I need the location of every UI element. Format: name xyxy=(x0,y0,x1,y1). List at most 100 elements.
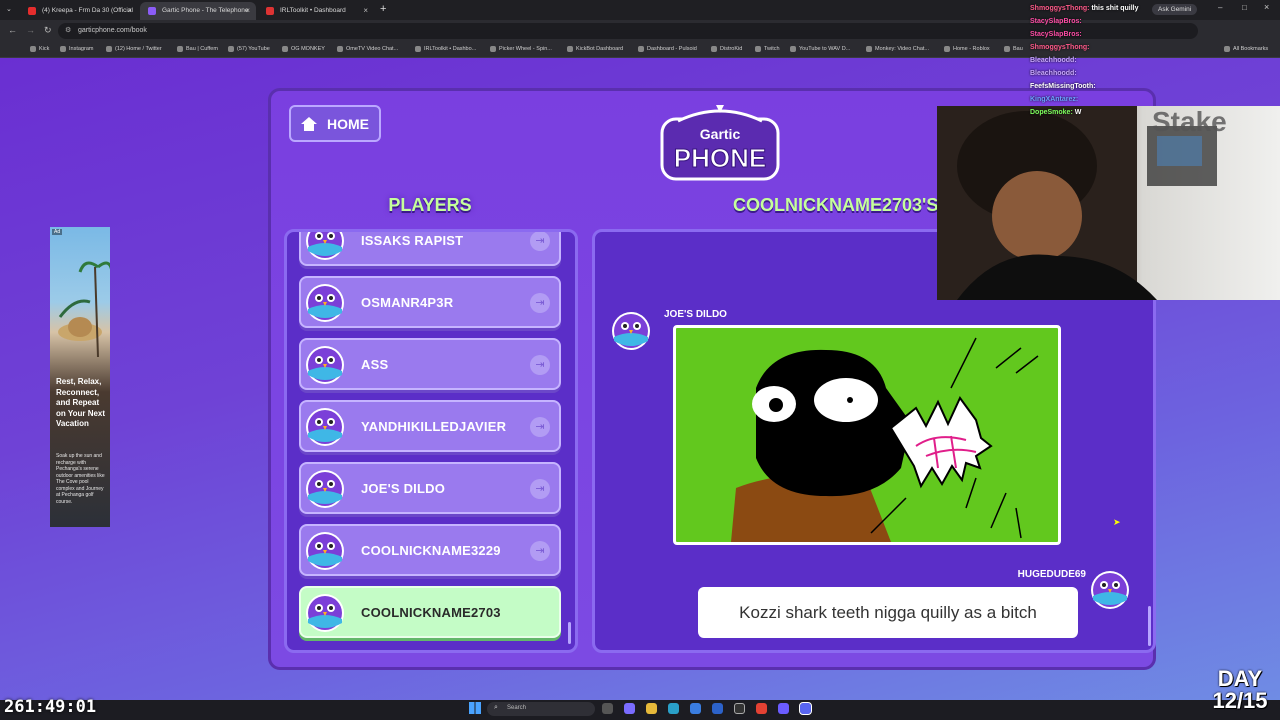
bookmark-item[interactable]: Instagram xyxy=(60,46,93,52)
ad-headline[interactable]: Rest, Relax, Reconnect, and Repeat on Yo… xyxy=(56,377,108,430)
bookmark-item[interactable]: DistroKid xyxy=(711,46,742,52)
drawing-canvas xyxy=(731,337,1039,542)
chat-user: StacySlapBros: xyxy=(1030,18,1082,25)
guess-text-bubble: Kozzi shark teeth nigga quilly as a bitc… xyxy=(698,587,1078,638)
windows-start-icon[interactable] xyxy=(469,702,481,714)
player-card-self: COOLNICKNAME2703 xyxy=(299,586,561,638)
new-tab-button[interactable]: + xyxy=(380,3,386,15)
minimize-icon[interactable]: – xyxy=(1218,3,1222,12)
player-avatar-icon xyxy=(306,470,344,508)
day-counter: DAY 12/15 xyxy=(1205,668,1275,712)
guess-author-avatar-icon xyxy=(1091,571,1129,609)
back-icon[interactable]: ← xyxy=(8,25,17,35)
taskbar-search[interactable]: ⌕ Search xyxy=(487,702,595,716)
close-tab-icon[interactable]: × xyxy=(363,6,368,15)
webcam-overlay: Stake xyxy=(937,106,1280,300)
close-tab-icon[interactable]: × xyxy=(245,6,250,15)
irltoolkit-icon xyxy=(266,7,274,15)
stream-chat-overlay: ShmoggysThong: this shit quilly StacySla… xyxy=(1030,2,1180,119)
bookmark-item[interactable]: Dashboard - Pulsoid xyxy=(638,46,697,52)
logo-text-bottom: PHONE xyxy=(674,143,766,173)
obs-icon[interactable] xyxy=(734,703,745,714)
chat-text: this shit quilly xyxy=(1091,5,1139,12)
tab-kreepa[interactable]: (4) Kreepa - Frm Da 30 (Official × xyxy=(20,2,138,20)
active-app-icon[interactable] xyxy=(799,702,812,715)
maximize-icon[interactable]: □ xyxy=(1242,3,1247,12)
player-avatar-icon xyxy=(306,232,344,260)
task-view-icon[interactable] xyxy=(602,703,613,714)
bookmark-item[interactable]: Twitch xyxy=(755,46,780,52)
bookmark-item[interactable]: Home - Roblox xyxy=(944,46,990,52)
player-name: YANDHIKILLEDJAVIER xyxy=(361,419,507,434)
drawing-author-name: JOE'S DILDO xyxy=(664,309,727,320)
player-avatar-icon xyxy=(306,532,344,570)
player-name: COOLNICKNAME3229 xyxy=(361,543,501,558)
kick-player-icon[interactable]: ⇥ xyxy=(530,355,550,375)
app-grid-icon[interactable] xyxy=(778,703,789,714)
player-name: ASS xyxy=(361,357,389,372)
close-tab-icon[interactable]: × xyxy=(127,6,132,15)
bookmark-item[interactable]: OG MONKEY xyxy=(282,46,325,52)
kick-player-icon[interactable]: ⇥ xyxy=(530,541,550,561)
day-count: 12/15 xyxy=(1212,688,1268,713)
file-explorer-icon[interactable] xyxy=(646,703,657,714)
chat-user: ShmoggysThong: xyxy=(1030,5,1090,12)
player-card: COOLNICKNAME3229 ⇥ xyxy=(299,524,561,576)
players-scrollbar[interactable] xyxy=(568,622,571,644)
bookmark-item[interactable]: Bau xyxy=(1004,46,1023,52)
gartic-favicon-icon xyxy=(148,7,156,15)
chat-user: FeefsMissingTooth: xyxy=(1030,83,1096,90)
copilot-icon[interactable] xyxy=(624,703,635,714)
windows-taskbar xyxy=(0,700,1280,720)
player-card: ISSAKS RAPIST ⇥ xyxy=(299,232,561,266)
stream-timer: 261:49:01 xyxy=(4,697,97,717)
tab-irltoolkit[interactable]: IRLToolkit • Dashboard × xyxy=(258,2,374,20)
youtube-icon xyxy=(28,7,36,15)
edge-icon[interactable] xyxy=(668,703,679,714)
player-card: OSMANR4P3R ⇥ xyxy=(299,276,561,328)
player-card: JOE'S DILDO ⇥ xyxy=(299,462,561,514)
site-info-icon[interactable]: ⚙ xyxy=(65,26,71,34)
webcam-feed: Stake xyxy=(937,106,1227,300)
chrome-icon[interactable] xyxy=(756,703,767,714)
tab-list-chevron-icon[interactable]: ⌄ xyxy=(6,5,12,13)
search-placeholder: Search xyxy=(507,705,527,711)
ad-body-text: Soak up the sun and recharge with Pechan… xyxy=(56,453,105,505)
guess-author-name: HUGEDUDE69 xyxy=(1017,569,1086,580)
tab-gartic-phone[interactable]: Gartic Phone - The Telephone × xyxy=(140,2,256,20)
kick-player-icon[interactable]: ⇥ xyxy=(530,479,550,499)
chat-message: Bleachhoodd: xyxy=(1030,67,1180,80)
home-label: HOME xyxy=(327,115,369,132)
all-bookmarks[interactable]: All Bookmarks xyxy=(1224,46,1268,52)
tab-label: Gartic Phone - The Telephone xyxy=(162,7,249,14)
album-scrollbar[interactable] xyxy=(1148,606,1151,646)
forward-icon[interactable]: → xyxy=(26,25,35,35)
player-avatar-icon xyxy=(306,346,344,384)
bookmark-item[interactable]: Picker Wheel - Spin... xyxy=(490,46,552,52)
bookmark-item[interactable]: (12) Home / Twitter xyxy=(106,46,162,52)
logo-text-top: Gartic xyxy=(700,126,741,142)
app-icon[interactable] xyxy=(712,703,723,714)
close-window-icon[interactable]: × xyxy=(1264,2,1269,12)
bookmark-item[interactable]: KickBot Dashboard xyxy=(567,46,623,52)
kick-player-icon[interactable]: ⇥ xyxy=(530,293,550,313)
chat-message: Bleachhoodd: xyxy=(1030,54,1180,67)
bookmark-item[interactable]: (57) YouTube xyxy=(228,46,270,52)
chat-user: ShmoggysThong: xyxy=(1030,44,1090,51)
bookmark-item[interactable]: Monkey: Video Chat... xyxy=(866,46,929,52)
reload-icon[interactable]: ↻ xyxy=(44,25,52,36)
home-button[interactable]: HOME xyxy=(289,105,381,142)
store-icon[interactable] xyxy=(690,703,701,714)
bookmark-item[interactable]: Bau | Cuffem xyxy=(177,46,218,52)
player-avatar-icon xyxy=(306,284,344,322)
bookmark-item[interactable]: Kick xyxy=(30,46,49,52)
kick-player-icon[interactable]: ⇥ xyxy=(530,417,550,437)
bookmark-item[interactable]: IRLToolkit • Dashbo... xyxy=(415,46,476,52)
players-list[interactable]: ISSAKS RAPIST ⇥ OSMANR4P3R ⇥ ASS ⇥ YANDH… xyxy=(284,229,578,653)
player-name: OSMANR4P3R xyxy=(361,295,454,310)
kick-player-icon[interactable]: ⇥ xyxy=(530,232,550,251)
url-field[interactable]: ⚙ garticphone.com/book xyxy=(58,23,1198,39)
bookmark-item[interactable]: OmeTV Video Chat... xyxy=(337,46,398,52)
search-icon: ⌕ xyxy=(494,704,498,711)
bookmark-item[interactable]: YouTube to WAV D... xyxy=(790,46,850,52)
